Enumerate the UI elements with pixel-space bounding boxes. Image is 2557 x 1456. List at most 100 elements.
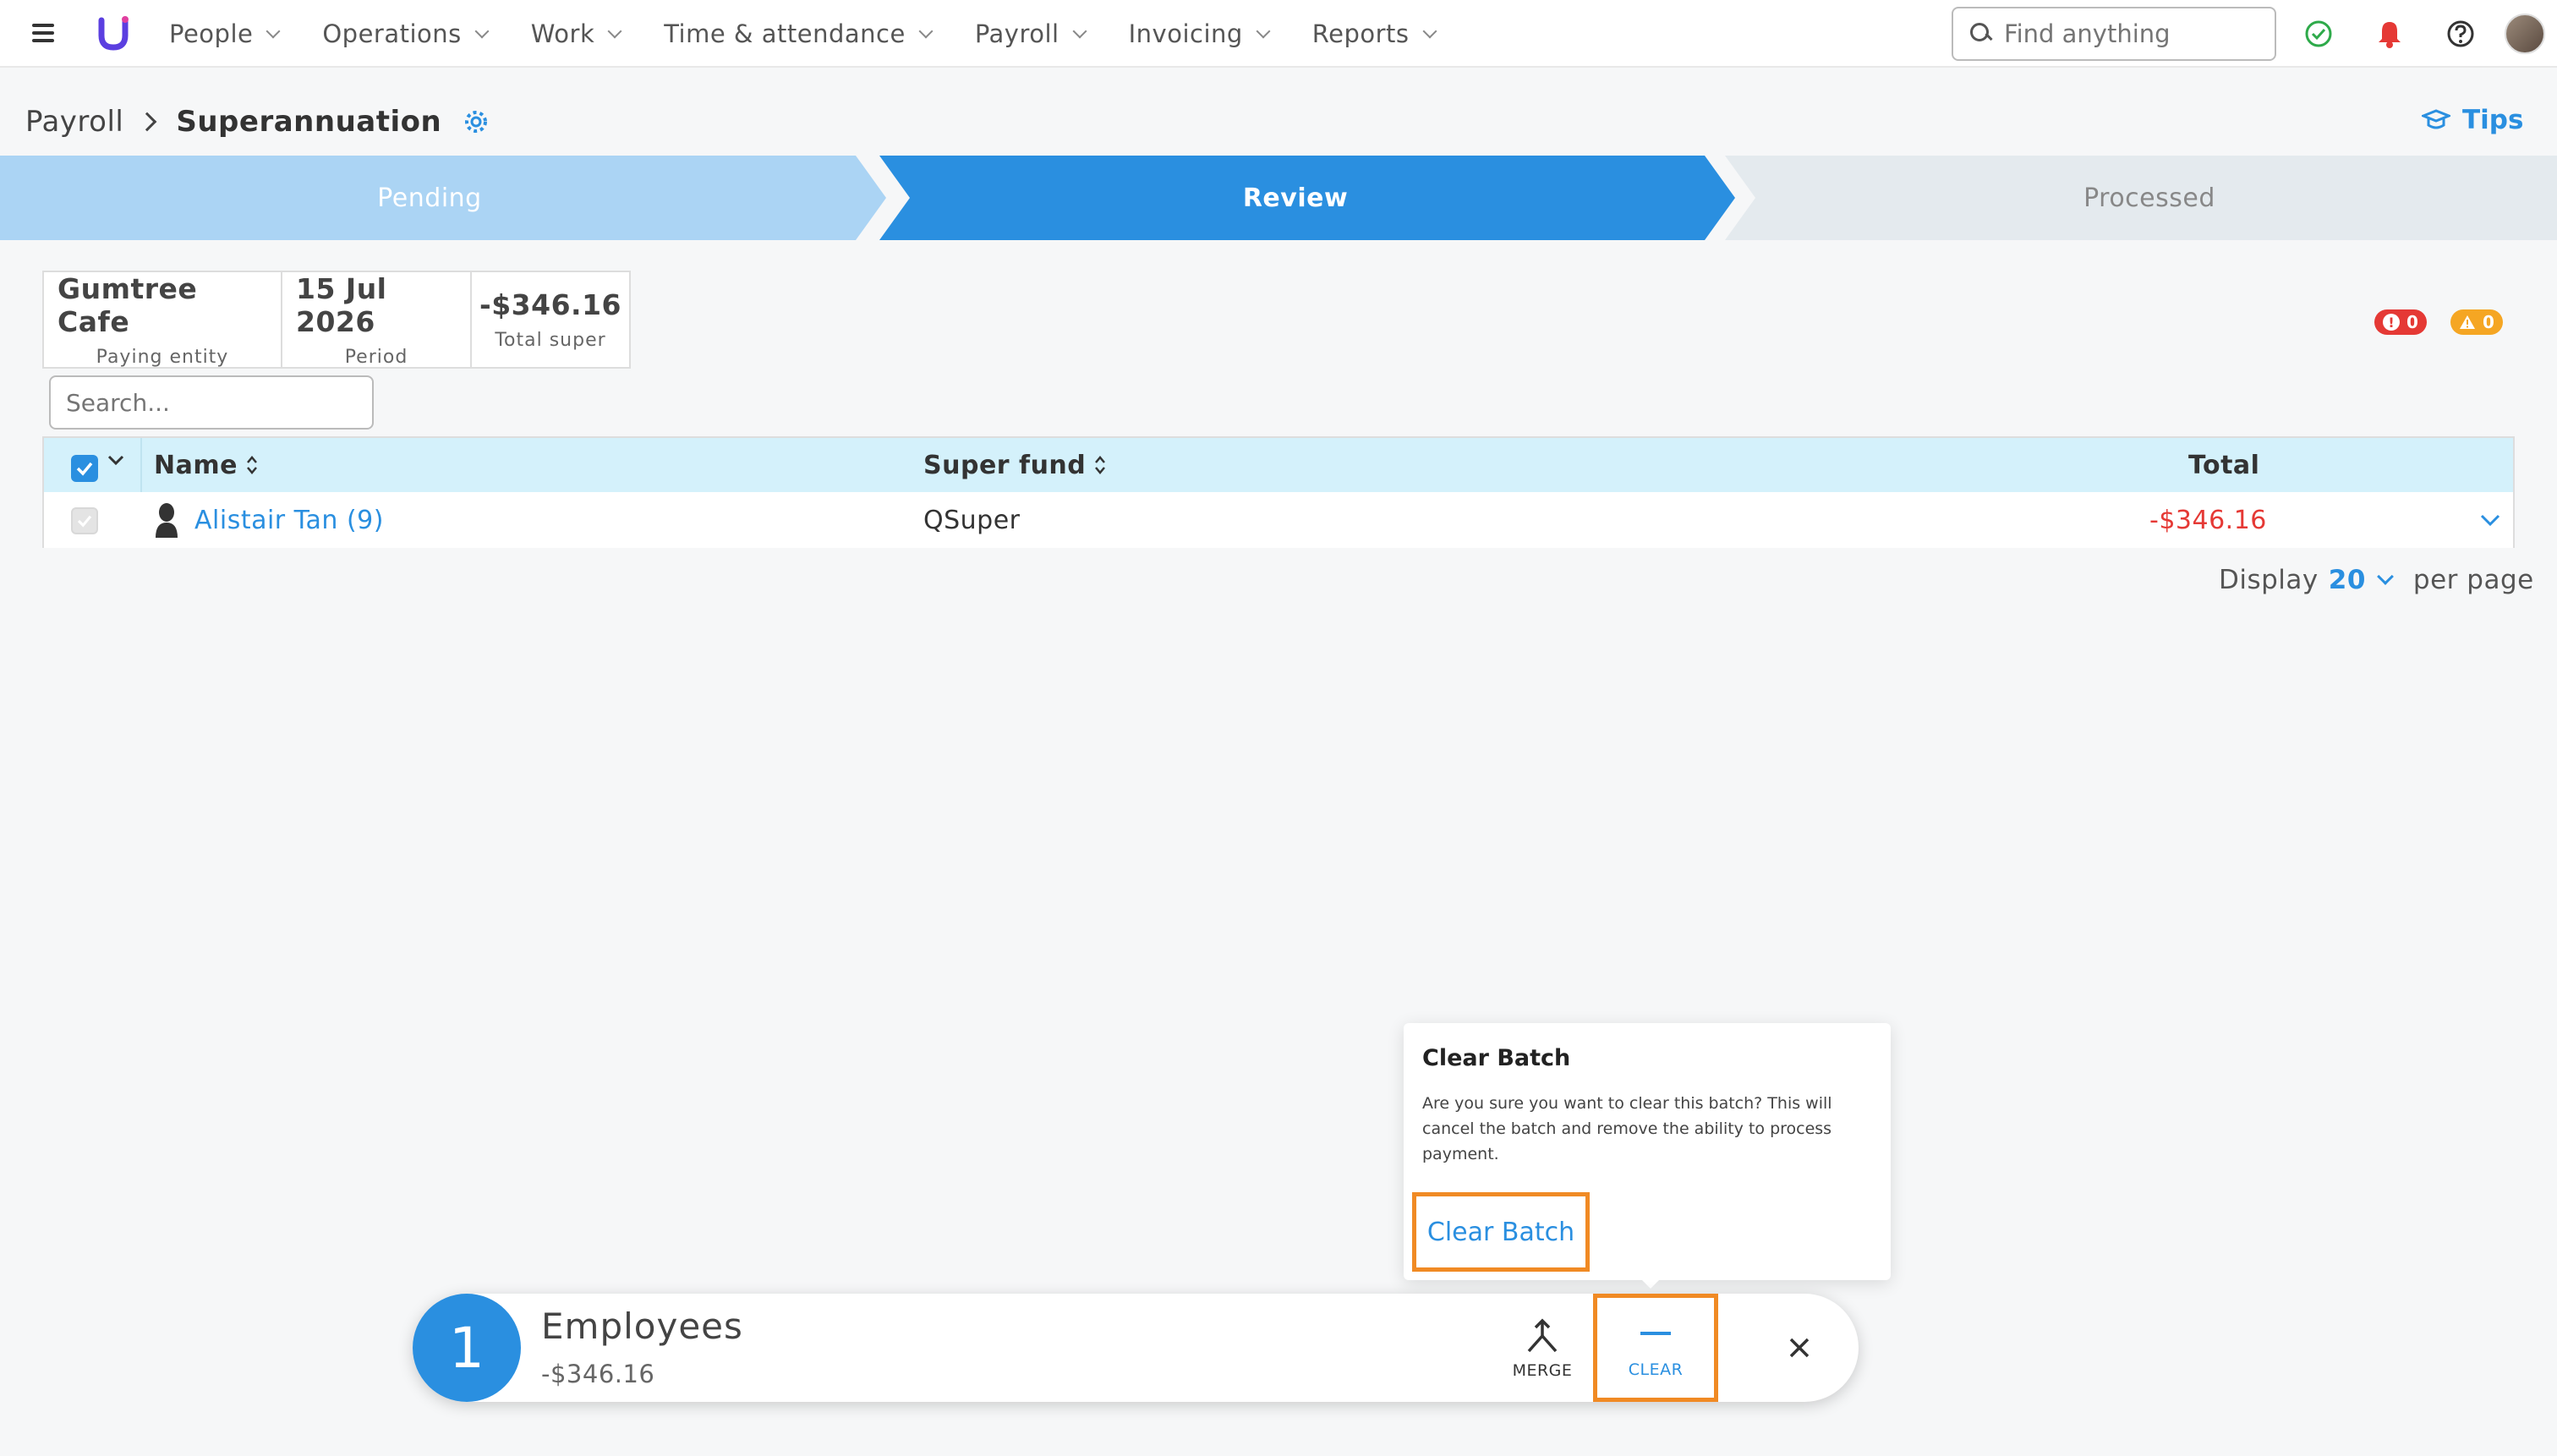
confirm-clear-batch-button[interactable]: Clear Batch: [1412, 1192, 1590, 1272]
tips-link[interactable]: Tips: [2422, 105, 2523, 135]
chevron-down-icon[interactable]: [2377, 568, 2394, 585]
error-count-badge[interactable]: ! 0: [2374, 309, 2427, 335]
step-review[interactable]: Review: [886, 156, 1705, 240]
select-all-checkbox[interactable]: [71, 455, 98, 482]
column-super-fund[interactable]: Super fund: [923, 438, 1106, 492]
sort-icon: [1095, 456, 1106, 474]
warning-count-badge[interactable]: 0: [2450, 309, 2503, 335]
error-count: 0: [2406, 312, 2418, 332]
nav-payroll[interactable]: Payroll: [974, 19, 1087, 48]
progress-stepper: Pending Review Processed: [0, 156, 2557, 240]
employee-name-link[interactable]: Alistair Tan (9): [194, 506, 384, 535]
popover-title: Clear Batch: [1422, 1045, 1571, 1071]
summary-label: Period: [344, 346, 408, 368]
chevron-down-icon: [918, 24, 934, 39]
error-icon: !: [2383, 314, 2400, 331]
employee-cell: Alistair Tan (9): [154, 492, 384, 548]
employees-table: Name Super fund Total Alistair Tan (9) Q…: [42, 436, 2515, 548]
expand-row-icon[interactable]: [2479, 512, 2501, 528]
nav-operations[interactable]: Operations: [322, 19, 490, 48]
page-size-select[interactable]: 20: [2329, 565, 2366, 595]
table-search[interactable]: [49, 375, 374, 430]
warning-icon: [2459, 314, 2476, 331]
selection-action-bar: 1 Employees -$346.16 MERGE CLEAR: [413, 1294, 1859, 1402]
search-icon: [1970, 23, 1989, 45]
batch-summary: Gumtree Cafe Paying entity 15 Jul 2026 P…: [42, 271, 631, 369]
super-fund-cell: QSuper: [923, 505, 1021, 535]
page-title: Superannuation: [176, 105, 442, 139]
column-label: Super fund: [923, 450, 1087, 480]
row-checkbox[interactable]: [71, 507, 98, 534]
pagination-suffix: per page: [2412, 565, 2534, 595]
summary-value: -$346.16: [479, 288, 622, 321]
breadcrumb: Payroll Superannuation: [25, 101, 489, 142]
graduation-cap-icon: [2422, 109, 2450, 129]
column-total: Total: [2188, 450, 2260, 480]
nav-reports[interactable]: Reports: [1311, 19, 1437, 48]
summary-period: 15 Jul 2026 Period: [282, 271, 472, 368]
chevron-right-icon: [138, 112, 157, 132]
chevron-down-icon: [1256, 24, 1271, 39]
nav-label: People: [169, 19, 254, 48]
column-label: Name: [154, 450, 238, 480]
global-search-input[interactable]: [2004, 19, 2275, 48]
nav-people[interactable]: People: [169, 19, 281, 48]
table-header: Name Super fund Total: [44, 438, 2513, 492]
column-name[interactable]: Name: [154, 438, 258, 492]
summary-total-super: -$346.16 Total super: [472, 272, 629, 367]
nav-label: Operations: [322, 19, 462, 48]
nav-label: Invoicing: [1128, 19, 1243, 48]
nav-label: Reports: [1311, 19, 1410, 48]
chevron-down-icon: [1422, 24, 1437, 39]
merge-icon: [1527, 1318, 1558, 1353]
step-pending[interactable]: Pending: [0, 156, 859, 240]
table-search-input[interactable]: [66, 388, 353, 417]
summary-label: Total super: [495, 330, 606, 351]
column-divider: [140, 438, 142, 492]
nav-label: Time & attendance: [664, 19, 906, 48]
merge-button[interactable]: MERGE: [1480, 1294, 1605, 1402]
clear-batch-popover: Clear Batch Are you sure you want to cle…: [1404, 1023, 1891, 1280]
summary-label: Paying entity: [96, 346, 229, 368]
help-icon[interactable]: [2445, 19, 2476, 49]
summary-value: Gumtree Cafe: [57, 271, 198, 338]
app-logo[interactable]: [96, 15, 130, 52]
menu-icon[interactable]: [32, 24, 54, 42]
summary-paying-entity: Gumtree Cafe Paying entity: [44, 271, 282, 368]
minus-icon: [1640, 1332, 1671, 1335]
summary-value: 15 Jul 2026: [296, 271, 387, 338]
chevron-down-icon[interactable]: [107, 453, 125, 467]
clear-label: CLEAR: [1628, 1360, 1684, 1379]
pagination-prefix: Display: [2219, 565, 2319, 595]
popover-message: Are you sure you want to clear this batc…: [1422, 1094, 1832, 1163]
nav-label: Payroll: [974, 19, 1059, 48]
merge-label: MERGE: [1512, 1361, 1573, 1380]
chevron-down-icon: [474, 24, 490, 39]
user-avatar[interactable]: [2505, 14, 2545, 54]
nav-invoicing[interactable]: Invoicing: [1128, 19, 1271, 48]
breadcrumb-payroll[interactable]: Payroll: [25, 105, 123, 139]
chevron-down-icon: [266, 24, 281, 39]
selected-count: 1: [413, 1294, 521, 1402]
chevron-down-icon: [607, 24, 622, 39]
close-icon[interactable]: [1782, 1331, 1816, 1365]
selection-total: -$346.16: [541, 1360, 655, 1388]
nav-time-attendance[interactable]: Time & attendance: [664, 19, 934, 48]
pagination-size: Display 20 per page: [2219, 565, 2534, 595]
chevron-down-icon: [1072, 24, 1087, 39]
global-search[interactable]: [1952, 7, 2276, 61]
check-circle-icon[interactable]: [2303, 19, 2334, 49]
top-navigation: People Operations Work Time & attendance…: [0, 0, 2557, 68]
table-row[interactable]: Alistair Tan (9) QSuper -$346.16: [44, 492, 2513, 548]
person-icon: [156, 503, 178, 538]
sort-icon: [247, 456, 257, 474]
selection-title: Employees: [541, 1305, 743, 1347]
tips-label: Tips: [2462, 105, 2524, 135]
warning-count: 0: [2483, 312, 2494, 332]
nav-work[interactable]: Work: [530, 19, 622, 48]
clear-button[interactable]: CLEAR: [1593, 1294, 1718, 1402]
gear-icon[interactable]: [463, 109, 489, 134]
nav-label: Work: [530, 19, 595, 48]
step-processed[interactable]: Processed: [1742, 156, 2557, 240]
bell-icon[interactable]: [2374, 19, 2405, 49]
